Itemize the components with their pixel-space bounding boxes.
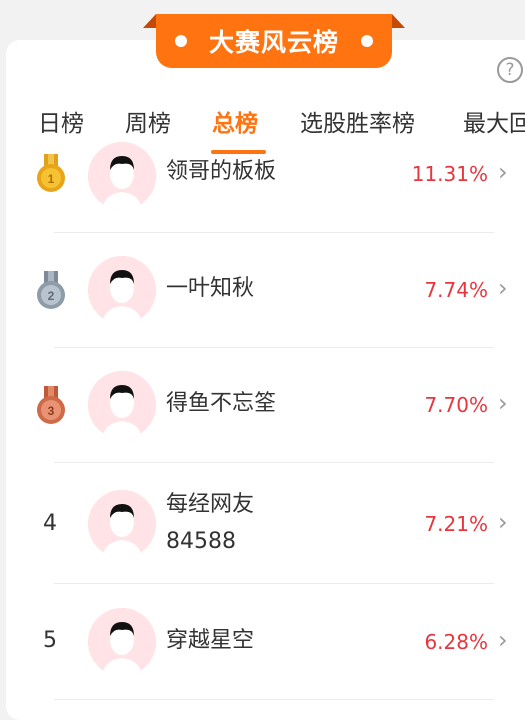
divider — [54, 699, 494, 700]
chevron-right-icon: › — [498, 389, 508, 417]
user-name: 每经网友 — [166, 492, 255, 517]
list-item[interactable]: 2 一叶知秋 7.74% › — [0, 233, 525, 347]
chevron-right-icon: › — [498, 508, 508, 536]
chevron-right-icon: › — [498, 274, 508, 302]
banner-title: 大赛风云榜 — [208, 28, 339, 57]
list-item[interactable]: 3 得鱼不忘筌 7.70% › — [0, 348, 525, 462]
ribbon-fold-left — [143, 14, 156, 28]
silver-medal-icon: 2 — [35, 271, 67, 311]
tab-max-drawdown[interactable]: 最大回 — [463, 104, 525, 138]
return-rate: 7.21% — [424, 512, 488, 536]
rank-number: 4 — [43, 511, 57, 536]
banner-dot-left — [174, 35, 187, 47]
user-name: 领哥的板板 — [166, 159, 277, 184]
list-item[interactable]: 1 领哥的板板 11.31% › — [0, 142, 525, 232]
banner-dot-right — [361, 35, 373, 47]
gold-medal-icon: 1 — [35, 154, 67, 194]
user-name: 穿越星空 — [166, 628, 255, 653]
chevron-right-icon: › — [498, 626, 508, 654]
user-name: 得鱼不忘筌 — [166, 391, 277, 416]
chevron-right-icon: › — [498, 158, 508, 186]
avatar — [88, 371, 156, 439]
avatar — [88, 256, 156, 324]
user-name-suffix: 84588 — [166, 529, 236, 554]
return-rate: 11.31% — [411, 162, 488, 186]
bronze-medal-icon: 3 — [35, 386, 67, 426]
svg-text:1: 1 — [48, 172, 55, 186]
tab-daily[interactable]: 日榜 — [38, 104, 84, 138]
return-rate: 6.28% — [424, 630, 488, 654]
tab-bar: 日榜 周榜 总榜 选股胜率榜 最大回 — [0, 104, 525, 144]
svg-text:2: 2 — [48, 289, 55, 303]
list-item[interactable]: 5 穿越星空 6.28% › — [0, 584, 525, 700]
banner: 大赛风云榜 — [156, 14, 392, 68]
avatar — [88, 490, 156, 558]
return-rate: 7.74% — [424, 278, 488, 302]
avatar — [88, 142, 156, 210]
tab-weekly[interactable]: 周榜 — [125, 104, 171, 138]
rank-number: 5 — [43, 628, 57, 653]
help-icon[interactable]: ? — [497, 57, 523, 83]
avatar — [88, 608, 156, 676]
tab-pick-win-rate[interactable]: 选股胜率榜 — [300, 104, 415, 138]
svg-text:3: 3 — [48, 404, 55, 418]
user-name: 一叶知秋 — [166, 276, 255, 301]
return-rate: 7.70% — [424, 393, 488, 417]
tab-overall[interactable]: 总榜 — [212, 104, 258, 138]
ribbon-fold-right — [392, 14, 405, 28]
list-item[interactable]: 4 每经网友 84588 7.21% › — [0, 463, 525, 583]
